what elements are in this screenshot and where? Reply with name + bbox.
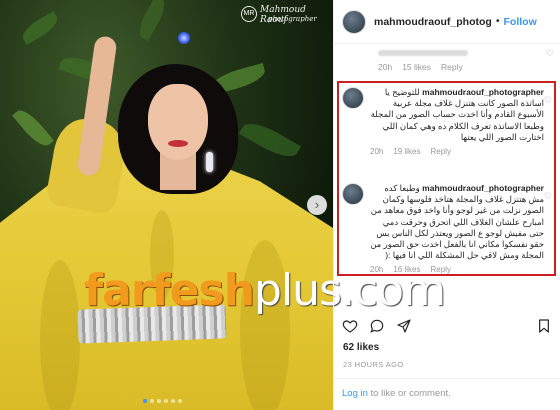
carousel-dot[interactable] xyxy=(171,399,175,403)
avatar[interactable] xyxy=(342,87,364,109)
comment-likes[interactable]: 19 likes xyxy=(393,147,420,156)
carousel-dots xyxy=(143,399,182,403)
comment-meta: 20h 16 likes Reply xyxy=(370,265,544,274)
leaf-decoration xyxy=(18,11,62,45)
heart-icon[interactable]: ♡ xyxy=(544,95,552,106)
photographer-logo: MR xyxy=(241,6,257,22)
follow-button[interactable]: Follow xyxy=(504,16,537,28)
post-header: mahmoudraouf_photogra • Follow xyxy=(334,0,560,44)
comment-text: وطبعا كده مش هتنزل غلاف والمجلة هتاخد فل… xyxy=(370,183,544,261)
comment-username[interactable]: mahmoudraouf_photographer xyxy=(422,87,544,98)
comment-age: 20h xyxy=(378,62,393,72)
comment-meta: 20h 19 likes Reply xyxy=(370,147,544,156)
share-icon[interactable] xyxy=(396,318,412,334)
heart-icon[interactable]: ♡ xyxy=(544,191,552,202)
face xyxy=(148,84,208,160)
post-side-panel: mahmoudraouf_photogra • Follow 20h 15 li… xyxy=(333,0,560,410)
comment-item: mahmoudraouf_photographer وطبعا كده مش ه… xyxy=(342,183,544,274)
comment-age: 20h xyxy=(370,147,384,157)
reply-button[interactable]: Reply xyxy=(430,265,450,274)
avatar[interactable] xyxy=(342,183,364,205)
comment-body: mahmoudraouf_photographer وطبعا كده مش ه… xyxy=(370,183,544,261)
carousel-dot[interactable] xyxy=(164,399,168,403)
heart-icon[interactable] xyxy=(342,318,358,334)
reply-button[interactable]: Reply xyxy=(441,62,463,72)
comment-item: mahmoudraouf_photographer للتوضيح يا اسا… xyxy=(342,87,544,156)
reply-button[interactable]: Reply xyxy=(430,147,450,156)
earring xyxy=(206,152,213,172)
comment-age: 20h xyxy=(370,265,384,275)
carousel-dot[interactable] xyxy=(143,399,147,403)
comment-likes[interactable]: 16 likes xyxy=(393,265,420,274)
leaf-decoration xyxy=(12,105,54,151)
bookmark-icon[interactable] xyxy=(536,318,552,334)
photographer-watermark-title: photographer xyxy=(268,15,317,23)
comment-icon[interactable] xyxy=(369,318,385,334)
garden-light xyxy=(178,32,190,44)
lips xyxy=(168,140,188,147)
post-username[interactable]: mahmoudraouf_photogra xyxy=(374,16,492,28)
blurred-comment-text xyxy=(378,50,468,56)
login-link[interactable]: Log in xyxy=(342,388,368,399)
comment-username[interactable]: mahmoudraouf_photographer xyxy=(422,183,544,194)
likes-count[interactable]: 62 likes xyxy=(343,342,379,353)
comment-likes[interactable]: 15 likes xyxy=(402,62,431,72)
carousel-dot[interactable] xyxy=(157,399,161,403)
leaf-decoration xyxy=(239,116,301,164)
separator-dot: • xyxy=(496,16,500,27)
carousel-dot[interactable] xyxy=(178,399,182,403)
avatar[interactable] xyxy=(342,9,366,34)
comment-body: mahmoudraouf_photographer للتوضيح يا اسا… xyxy=(370,87,544,143)
chevron-right-icon[interactable]: › xyxy=(307,195,327,215)
site-watermark-part1: farfesh xyxy=(84,265,255,316)
carousel-dot[interactable] xyxy=(150,399,154,403)
leaf-decoration xyxy=(134,0,170,42)
comment-meta: 20h 15 likes Reply xyxy=(378,62,463,72)
heart-icon[interactable]: ♡ xyxy=(546,48,554,59)
login-prompt-text: to like or comment. xyxy=(367,388,451,399)
post-actions xyxy=(342,318,552,334)
login-prompt: Log in to like or comment. xyxy=(334,378,560,408)
post-timestamp: 23 HOURS AGO xyxy=(343,360,404,369)
faded-comment: 20h 15 likes Reply ♡ xyxy=(342,46,554,74)
post-photo[interactable]: MR Mahmoud Raouf photographer › xyxy=(0,0,333,410)
dress-fold xyxy=(40,260,80,410)
